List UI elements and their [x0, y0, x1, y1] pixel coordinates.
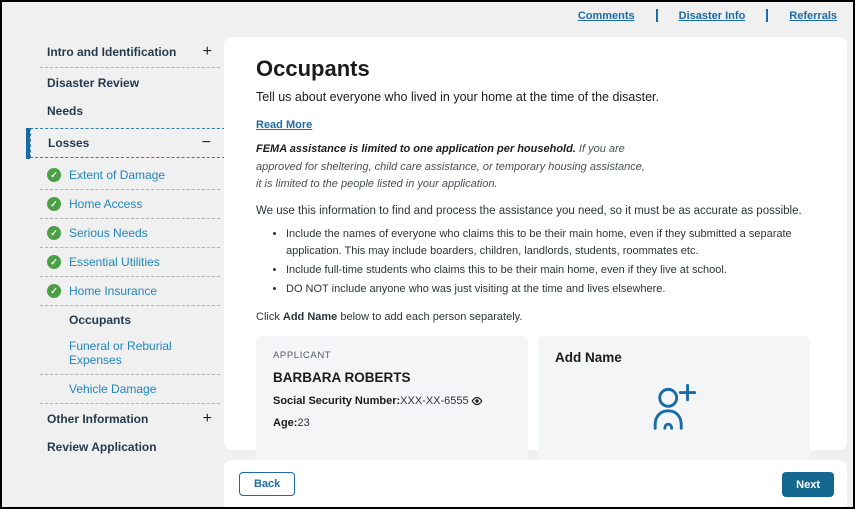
main-content-panel: Occupants Tell us about everyone who liv… — [224, 37, 847, 467]
sidebar-item-home-access[interactable]: ✓ Home Access — [30, 191, 225, 217]
sidebar-item-label: Occupants — [69, 313, 132, 327]
disaster-info-link[interactable]: Disaster Info — [679, 10, 746, 22]
sidebar-item-label: Needs — [47, 104, 84, 118]
age-row: Age: 23 — [273, 417, 511, 429]
sidebar-item-vehicle-damage[interactable]: Vehicle Damage — [30, 376, 225, 402]
applicant-card: APPLICANT BARBARA ROBERTS Social Securit… — [256, 335, 528, 467]
bullet-item: DO NOT include anyone who was just visit… — [286, 281, 817, 298]
sidebar-item-funeral-or-reburial-expenses[interactable]: Funeral or Reburial Expenses — [30, 333, 225, 373]
notice-line: approved for sheltering, child care assi… — [256, 160, 645, 173]
page-subtitle: Tell us about everyone who lived in your… — [256, 90, 660, 104]
add-name-card[interactable]: Add Name — [538, 335, 810, 467]
sidebar-item-occupants-current[interactable]: Occupants — [30, 307, 225, 333]
applicant-tag: APPLICANT — [273, 349, 332, 361]
footer-bar: Back Next — [224, 460, 847, 507]
back-button[interactable]: Back — [239, 472, 296, 496]
sidebar-item-label: Other Information — [47, 412, 149, 426]
sidebar-item-needs[interactable]: Needs — [30, 97, 225, 125]
click-instruction-bold: Add Name — [282, 310, 338, 323]
sidebar-divider — [40, 276, 220, 277]
ssn-label: Social Security Number: — [273, 394, 401, 407]
bullet-item: Include the names of everyone who claims… — [286, 226, 817, 260]
check-circle-icon: ✓ — [47, 197, 61, 211]
check-circle-icon: ✓ — [47, 226, 61, 240]
click-instruction-pre: Click — [256, 310, 283, 323]
sidebar-item-other-information[interactable]: Other Information + — [30, 405, 225, 433]
add-name-title: Add Name — [555, 349, 622, 365]
check-circle-icon: ✓ — [47, 284, 61, 298]
sidebar-item-serious-needs[interactable]: ✓ Serious Needs — [30, 220, 225, 246]
notice-line: FEMA assistance is limited to one applic… — [256, 141, 817, 159]
referrals-link[interactable]: Referrals — [789, 10, 837, 22]
check-circle-icon: ✓ — [47, 255, 61, 269]
sidebar-divider — [40, 403, 220, 404]
read-more-link[interactable]: Read More — [256, 119, 312, 131]
sidebar-section-losses-active: Losses − — [25, 127, 225, 159]
click-instruction-post: below to add each person separately. — [337, 310, 523, 323]
ssn-value: XXX-XX-6555 — [400, 394, 469, 407]
sidebar-divider — [40, 189, 220, 190]
fema-notice: FEMA assistance is limited to one applic… — [256, 141, 817, 194]
sidebar-item-label: Home Insurance — [69, 284, 158, 298]
sidebar: Intro and Identification + Disaster Revi… — [25, 38, 225, 461]
click-instruction: Click Add Name below to add each person … — [256, 311, 817, 323]
notice-text: If you are — [575, 143, 625, 155]
check-circle-icon: ✓ — [47, 168, 61, 182]
instruction-list: Include the names of everyone who claims… — [256, 226, 817, 298]
sidebar-item-label: Review Application — [47, 440, 157, 454]
sidebar-item-label: Home Access — [69, 197, 143, 211]
age-value: 23 — [297, 416, 310, 429]
minus-icon[interactable]: − — [202, 135, 211, 151]
sidebar-divider — [40, 247, 220, 248]
sidebar-divider — [40, 67, 220, 68]
next-button[interactable]: Next — [782, 472, 834, 497]
sidebar-item-disaster-review[interactable]: Disaster Review — [30, 69, 225, 97]
sidebar-divider — [40, 218, 220, 219]
notice-line: it is limited to the people listed in yo… — [256, 178, 498, 191]
top-nav: Comments Disaster Info Referrals — [578, 9, 837, 22]
sidebar-item-losses[interactable]: Losses − — [31, 129, 224, 157]
eye-icon[interactable] — [471, 396, 483, 406]
sidebar-item-home-insurance[interactable]: ✓ Home Insurance — [30, 278, 225, 304]
nav-divider — [766, 9, 769, 22]
sidebar-item-label: Essential Utilities — [69, 255, 160, 269]
sidebar-item-review-application[interactable]: Review Application — [30, 433, 225, 461]
sidebar-item-label: Extent of Damage — [69, 168, 166, 182]
sidebar-item-label: Losses — [48, 136, 90, 150]
sidebar-item-essential-utilities[interactable]: ✓ Essential Utilities — [30, 249, 225, 275]
plus-icon[interactable]: + — [203, 44, 212, 60]
add-person-icon[interactable] — [555, 365, 793, 453]
sidebar-divider — [40, 305, 220, 306]
comments-link[interactable]: Comments — [578, 10, 635, 22]
nav-divider — [655, 9, 658, 22]
application-window: Comments Disaster Info Referrals Intro a… — [0, 0, 855, 509]
notice-bold-text: FEMA assistance is limited to one applic… — [256, 143, 576, 155]
intro-text: We use this information to find and proc… — [256, 204, 802, 217]
sidebar-item-label: Serious Needs — [69, 226, 148, 240]
sidebar-item-label: Disaster Review — [47, 76, 140, 90]
ssn-row: Social Security Number: XXX-XX-6555 — [273, 395, 511, 407]
sidebar-item-label: Vehicle Damage — [69, 382, 157, 396]
plus-icon[interactable]: + — [203, 411, 212, 427]
page-title: Occupants — [256, 56, 370, 81]
sidebar-item-extent-of-damage[interactable]: ✓ Extent of Damage — [30, 162, 225, 188]
bullet-item: Include full-time students who claims th… — [286, 262, 817, 279]
age-label: Age: — [273, 416, 298, 429]
sidebar-item-intro-and-identification[interactable]: Intro and Identification + — [30, 38, 225, 66]
sidebar-item-label: Funeral or Reburial Expenses — [69, 339, 172, 367]
sidebar-item-label: Intro and Identification — [47, 45, 177, 59]
applicant-name: BARBARA ROBERTS — [273, 369, 411, 385]
sidebar-divider — [40, 374, 220, 375]
occupant-cards-row: APPLICANT BARBARA ROBERTS Social Securit… — [256, 335, 817, 467]
